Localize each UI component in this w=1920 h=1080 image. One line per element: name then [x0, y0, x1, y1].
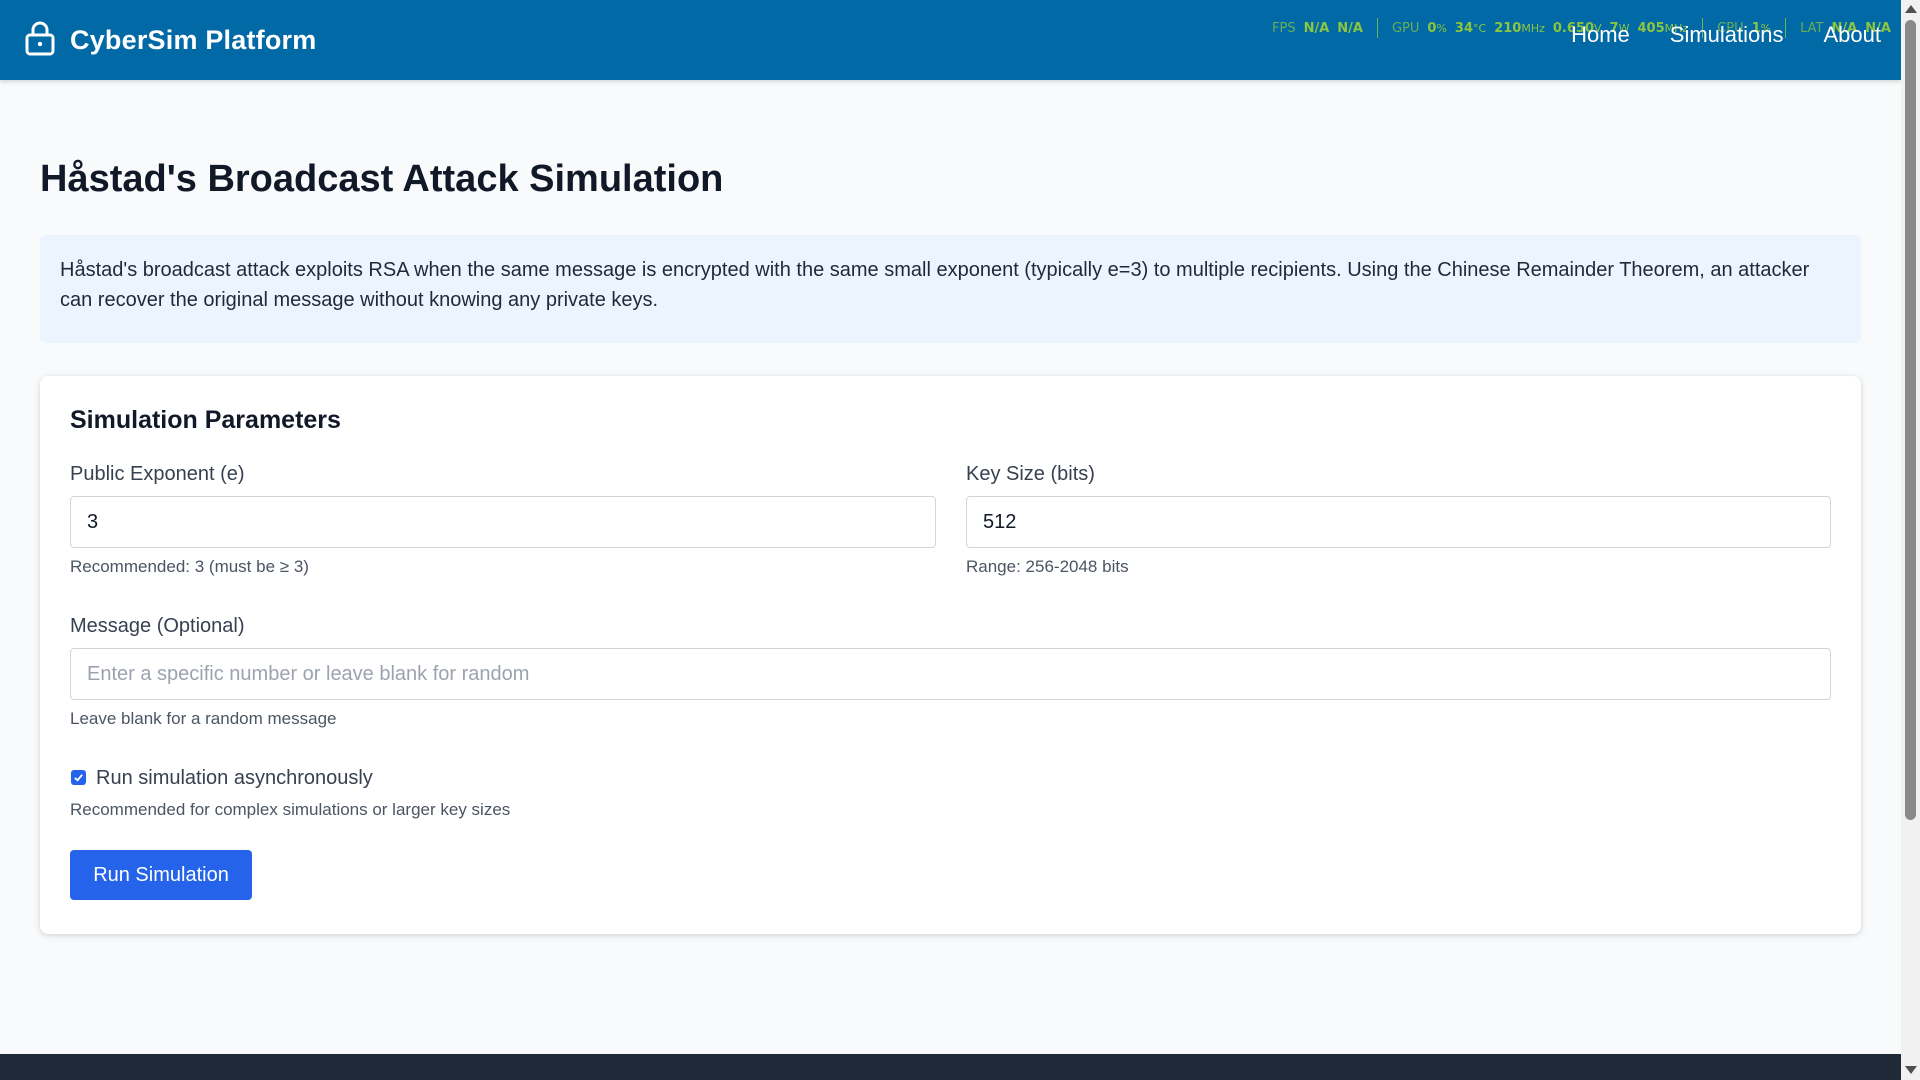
- simulation-parameters-card: Simulation Parameters Public Exponent (e…: [40, 376, 1861, 934]
- gpu-usage: 0%: [1427, 20, 1447, 36]
- description-box: Håstad's broadcast attack exploits RSA w…: [40, 235, 1861, 343]
- fps-label: FPS: [1272, 20, 1296, 36]
- message-label: Message (Optional): [70, 615, 245, 637]
- footer: [0, 1054, 1901, 1080]
- description-text: Håstad's broadcast attack exploits RSA w…: [60, 259, 1810, 311]
- top-navbar: CyberSim Platform FPS N/A N/A GPU 0% 34°…: [0, 0, 1901, 80]
- brand[interactable]: CyberSim Platform: [24, 20, 316, 60]
- fps-value: N/A: [1303, 20, 1330, 36]
- brand-name: CyberSim Platform: [70, 24, 317, 55]
- nav-simulations[interactable]: Simulations: [1670, 22, 1784, 48]
- keysize-input[interactable]: [966, 496, 1831, 548]
- async-label[interactable]: Run simulation asynchronously: [96, 767, 373, 790]
- async-checkbox[interactable]: [71, 770, 86, 785]
- scrollbar-thumb[interactable]: [1905, 20, 1916, 820]
- message-input[interactable]: [70, 648, 1831, 700]
- run-simulation-button[interactable]: Run Simulation: [70, 850, 252, 900]
- gpu-label: GPU: [1391, 20, 1420, 36]
- async-help: Recommended for complex simulations or l…: [70, 800, 511, 819]
- exponent-label: Public Exponent (e): [70, 463, 245, 485]
- keysize-help: Range: 256-2048 bits: [966, 557, 1129, 576]
- nav-home[interactable]: Home: [1571, 22, 1630, 48]
- overlay-divider: [1376, 18, 1378, 38]
- lock-icon: [24, 20, 56, 61]
- fps-readout: FPS N/A N/A: [1272, 21, 1363, 36]
- keysize-label: Key Size (bits): [966, 463, 1095, 485]
- exponent-help: Recommended: 3 (must be ≥ 3): [70, 557, 309, 576]
- scroll-up-arrow-icon[interactable]: [1905, 5, 1917, 13]
- main-nav: Home Simulations About: [1571, 22, 1881, 48]
- scroll-down-arrow-icon[interactable]: [1905, 1066, 1917, 1074]
- nav-about[interactable]: About: [1824, 22, 1882, 48]
- fps-value-2: N/A: [1337, 20, 1363, 36]
- gpu-temp: 34°C: [1454, 20, 1487, 36]
- exponent-input[interactable]: [70, 496, 936, 548]
- card-heading: Simulation Parameters: [70, 406, 341, 434]
- checkmark-icon: [74, 774, 83, 782]
- page-title: Håstad's Broadcast Attack Simulation: [40, 158, 724, 200]
- gpu-clock: 210MHz: [1494, 20, 1545, 36]
- vertical-scrollbar[interactable]: [1901, 0, 1920, 1080]
- message-help: Leave blank for a random message: [70, 709, 337, 728]
